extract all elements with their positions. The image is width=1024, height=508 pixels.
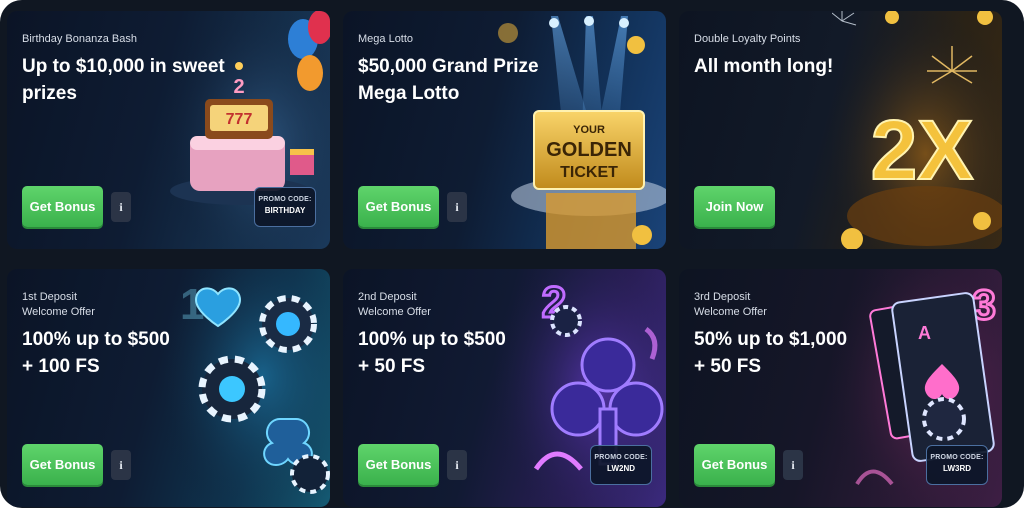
promo-code-value: LW3RD: [943, 464, 971, 473]
promo-code-badge[interactable]: PROMO CODE: LW2ND: [590, 445, 652, 485]
promo-card-1st-deposit: 1 1st Deposit Welcome Offer 100% up to $…: [7, 269, 330, 507]
card-text: 3rd Deposit Welcome Offer 50% up to $1,0…: [694, 290, 884, 380]
headline-line: Mega Lotto: [358, 83, 460, 104]
card-headline: All month long!: [694, 53, 884, 80]
get-bonus-button[interactable]: Get Bonus: [358, 444, 439, 485]
subtitle-line: 1st Deposit: [22, 291, 78, 303]
card-subtitle: Mega Lotto: [358, 32, 548, 47]
card-text: Double Loyalty Points All month long!: [694, 32, 884, 80]
get-bonus-button[interactable]: Get Bonus: [22, 186, 103, 227]
headline-line: 50% up to $1,000: [694, 329, 848, 350]
info-button[interactable]: i: [111, 192, 131, 222]
ticket-line: YOUR: [573, 124, 605, 136]
card-text: 1st Deposit Welcome Offer 100% up to $50…: [22, 290, 212, 380]
card-subtitle: 2nd Deposit Welcome Offer: [358, 290, 548, 320]
multiplier-text: 2X: [871, 103, 974, 197]
subtitle-line: Welcome Offer: [694, 306, 767, 318]
card-subtitle: Double Loyalty Points: [694, 32, 884, 47]
cake-slot-text: 777: [226, 111, 253, 128]
promo-card-3rd-deposit: 3 A 3rd Deposit Welcome Offer 50% up to …: [679, 269, 1002, 507]
info-button[interactable]: i: [447, 192, 467, 222]
card-subtitle: 1st Deposit Welcome Offer: [22, 290, 212, 320]
promo-card-birthday: 777 2 Birthday Bonanza Bash Up to $10,00…: [7, 11, 330, 249]
card-text: Mega Lotto $50,000 Grand Prize Mega Lott…: [358, 32, 548, 107]
headline-line: All month long!: [694, 56, 834, 77]
subtitle-line: Mega Lotto: [358, 33, 414, 45]
promo-card-mega-lotto: YOUR GOLDEN TICKET Mega Lotto $50,000 Gr…: [343, 11, 666, 249]
promo-code-value: LW2ND: [607, 464, 635, 473]
card-subtitle: Birthday Bonanza Bash: [22, 32, 212, 47]
promo-code-badge[interactable]: PROMO CODE: LW3RD: [926, 445, 988, 485]
card-text: Birthday Bonanza Bash Up to $10,000 in s…: [22, 32, 225, 107]
join-now-button[interactable]: Join Now: [694, 186, 775, 227]
promo-code-label: PROMO CODE:: [930, 454, 984, 461]
promo-code-label: PROMO CODE:: [594, 454, 648, 461]
headline-line: + 50 FS: [358, 356, 426, 377]
subtitle-line: Birthday Bonanza Bash: [22, 33, 137, 45]
get-bonus-button[interactable]: Get Bonus: [694, 444, 775, 485]
svg-text:A: A: [918, 323, 931, 343]
subtitle-line: 2nd Deposit: [358, 291, 417, 303]
promotions-grid: 777 2 Birthday Bonanza Bash Up to $10,00…: [0, 0, 1024, 508]
get-bonus-button[interactable]: Get Bonus: [358, 186, 439, 227]
headline-line: prizes: [22, 83, 77, 104]
cake-candle-number: 2: [233, 76, 244, 98]
ticket-line: TICKET: [560, 164, 618, 181]
card-subtitle: 3rd Deposit Welcome Offer: [694, 290, 884, 320]
promo-card-double-loyalty: 2X Double Loyalty Points All month long!…: [679, 11, 1002, 249]
get-bonus-button[interactable]: Get Bonus: [22, 444, 103, 485]
headline-line: + 50 FS: [694, 356, 762, 377]
headline-line: Up to $10,000 in sweet: [22, 56, 225, 77]
card-headline: $50,000 Grand Prize Mega Lotto: [358, 53, 548, 107]
ticket-line: GOLDEN: [546, 139, 632, 161]
info-button[interactable]: i: [783, 450, 803, 480]
promo-code-value: BIRTHDAY: [264, 206, 306, 215]
card-text: 2nd Deposit Welcome Offer 100% up to $50…: [358, 290, 548, 380]
headline-line: + 100 FS: [22, 356, 100, 377]
subtitle-line: Double Loyalty Points: [694, 33, 801, 45]
promo-card-2nd-deposit: 2 2nd Deposit Welcome Offer 100% up to $…: [343, 269, 666, 507]
headline-line: 100% up to $500: [358, 329, 506, 350]
promo-code-label: PROMO CODE:: [258, 196, 312, 203]
headline-line: 100% up to $500: [22, 329, 170, 350]
promo-code-badge[interactable]: PROMO CODE: BIRTHDAY: [254, 187, 316, 227]
card-headline: 100% up to $500 + 50 FS: [358, 326, 548, 380]
subtitle-line: Welcome Offer: [22, 306, 95, 318]
card-headline: 100% up to $500 + 100 FS: [22, 326, 212, 380]
subtitle-line: Welcome Offer: [358, 306, 431, 318]
card-headline: Up to $10,000 in sweet prizes: [22, 53, 225, 107]
info-button[interactable]: i: [111, 450, 131, 480]
card-headline: 50% up to $1,000 + 50 FS: [694, 326, 884, 380]
info-button[interactable]: i: [447, 450, 467, 480]
subtitle-line: 3rd Deposit: [694, 291, 751, 303]
headline-line: $50,000 Grand Prize: [358, 56, 539, 77]
